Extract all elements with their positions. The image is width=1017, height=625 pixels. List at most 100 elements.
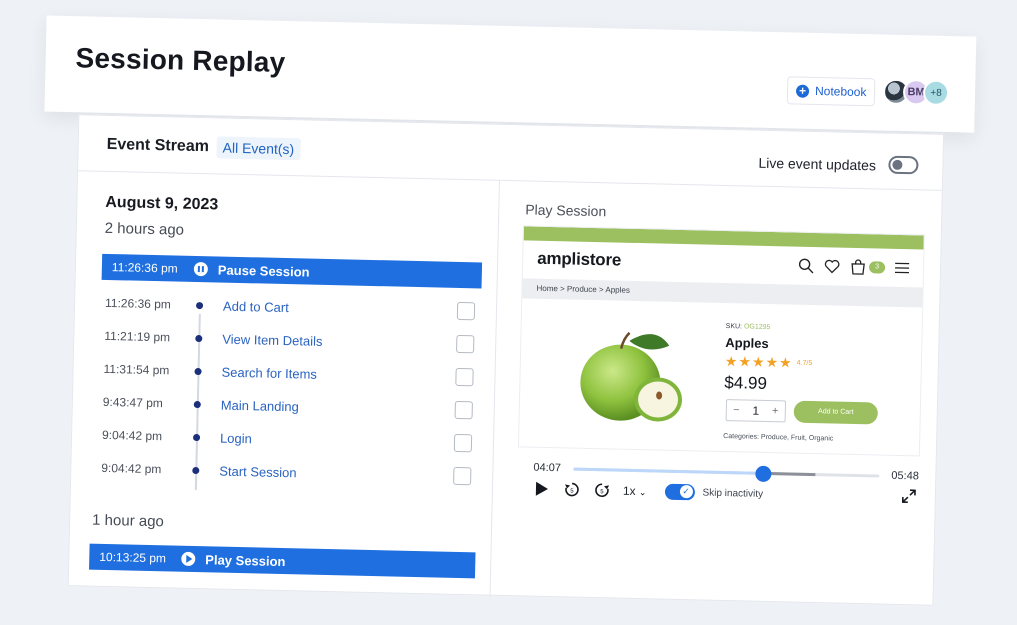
event-checkbox[interactable]	[455, 367, 474, 387]
skip-inactivity-toggle[interactable]	[664, 483, 695, 501]
page-title: Session Replay	[75, 42, 286, 78]
event-time: 11:21:19 pm	[104, 328, 171, 345]
store-nav-icons: 3	[797, 257, 911, 278]
search-icon	[797, 257, 815, 275]
event-checkbox[interactable]	[456, 301, 476, 321]
player-title: Play Session	[525, 201, 607, 220]
rating-value: 4.7/5	[796, 359, 813, 367]
playback-scrubber[interactable]	[573, 465, 880, 483]
event-row[interactable]: 9:04:42 pm Start Session	[101, 457, 472, 487]
store-breadcrumb: Home > Produce > Apples	[522, 278, 923, 308]
event-checkbox[interactable]	[456, 334, 475, 354]
star-icon: ★	[751, 353, 765, 370]
svg-text:5: 5	[600, 489, 604, 495]
timeline-dot	[195, 301, 204, 309]
player-pane: Play Session amplistore 3 Home > Produce…	[491, 181, 944, 607]
speed-value: 1x	[622, 483, 636, 499]
event-time: 9:04:42 pm	[101, 460, 162, 477]
star-icon: ★	[724, 353, 738, 370]
chevron-down-icon: ⌄	[638, 487, 647, 498]
event-checkbox[interactable]	[453, 466, 472, 486]
event-checkbox[interactable]	[453, 433, 473, 453]
event-time: 11:31:54 pm	[103, 361, 170, 378]
live-updates-label: Live event updates	[758, 154, 877, 174]
collaborator-avatars[interactable]: BM +8	[882, 78, 950, 107]
play-icon[interactable]	[533, 480, 551, 498]
session-replay-page: Session Replay + Notebook BM +8 Event St…	[34, 15, 977, 607]
timeline-dot	[192, 433, 201, 441]
half-star-icon: ★	[778, 354, 792, 371]
player-controls: 5 5 1x ⌄ Skip inactivity	[533, 480, 764, 503]
product-sku: SKU: OG1295	[726, 323, 771, 331]
event-stream-title: Event Stream	[106, 135, 210, 156]
pause-icon	[193, 261, 209, 277]
timeline-date: August 9, 2023	[105, 193, 219, 214]
event-timeline-pane: August 9, 2023 2 hours ago 11:26:36 pm P…	[68, 171, 500, 597]
event-name[interactable]: Main Landing	[221, 397, 455, 417]
event-row[interactable]: 11:26:36 pm Add to Cart	[104, 292, 476, 322]
playback-speed-select[interactable]: 1x ⌄	[623, 484, 647, 499]
plus-icon[interactable]: +	[772, 405, 779, 417]
event-name[interactable]: Login	[220, 430, 454, 450]
quantity-value: 1	[752, 403, 760, 418]
scrubber-handle[interactable]	[754, 465, 772, 483]
menu-icon	[893, 259, 911, 277]
product-rating: ★ ★ ★ ★ ★ 4.7/5	[725, 353, 813, 372]
fullscreen-icon[interactable]	[901, 488, 919, 506]
event-name: Pause Session	[217, 261, 310, 280]
svg-text:5: 5	[570, 489, 574, 495]
product-categories: Categories: Produce, Fruit, Organic	[723, 432, 834, 443]
minus-icon[interactable]: −	[733, 404, 740, 416]
product-name: Apples	[725, 335, 769, 351]
skip-inactivity-label: Skip inactivity	[702, 487, 764, 500]
heart-icon	[823, 257, 841, 275]
event-name[interactable]: Search for Items	[221, 364, 455, 384]
event-row[interactable]: 9:43:47 pm Main Landing	[103, 391, 473, 421]
apple-product-image	[575, 326, 687, 433]
product-price: $4.99	[724, 372, 768, 393]
event-row[interactable]: 11:31:54 pm Search for Items	[103, 358, 474, 388]
top-bar: Session Replay + Notebook BM +8	[44, 15, 977, 133]
event-time: 9:43:47 pm	[102, 394, 164, 411]
star-icon: ★	[765, 353, 779, 371]
timeline-dot	[195, 334, 203, 342]
sku-label: SKU:	[725, 323, 743, 331]
active-event-row[interactable]: 11:26:36 pm Pause Session	[101, 253, 483, 289]
notebook-button[interactable]: + Notebook	[786, 76, 876, 107]
event-time: 11:26:36 pm	[111, 260, 178, 276]
event-row[interactable]: 11:21:19 pm View Item Details	[104, 325, 475, 355]
event-name[interactable]: Add to Cart	[223, 298, 457, 318]
add-to-cart-button[interactable]: Add to Cart	[793, 400, 879, 425]
time-group-label: 1 hour ago	[91, 511, 165, 531]
star-icon: ★	[738, 353, 752, 370]
event-name[interactable]: View Item Details	[222, 331, 456, 351]
more-avatars-badge[interactable]: +8	[922, 79, 950, 107]
event-row[interactable]: 9:04:42 pm Login	[101, 424, 473, 454]
notebook-label: Notebook	[814, 83, 867, 100]
store-logo: amplistore	[536, 248, 622, 270]
forward-icon[interactable]: 5	[593, 481, 611, 499]
event-name[interactable]: Start Session	[219, 463, 453, 483]
progress-fill	[573, 467, 764, 475]
rewind-icon[interactable]: 5	[563, 480, 581, 498]
event-time: 11:26:36 pm	[104, 295, 172, 312]
event-checkbox[interactable]	[454, 400, 473, 420]
timeline-dot	[193, 400, 201, 408]
cart-icon	[849, 258, 867, 276]
timeline-dot	[192, 466, 200, 474]
total-time: 05:48	[891, 469, 920, 483]
quantity-stepper[interactable]: − 1 +	[725, 399, 787, 423]
timeline-dot	[194, 367, 202, 375]
event-name: Play Session	[205, 551, 286, 569]
event-time: 9:04:42 pm	[101, 427, 163, 444]
current-time: 04:07	[533, 461, 562, 475]
cart-count-badge: 3	[868, 261, 886, 274]
plus-icon: +	[795, 83, 810, 98]
replay-viewport: amplistore 3 Home > Produce > Apples SKU…	[517, 225, 925, 457]
session-card: Event Stream All Event(s) Live event upd…	[67, 114, 945, 607]
time-group-label: 2 hours ago	[104, 219, 185, 239]
play-session-event-row[interactable]: 10:13:25 pm Play Session	[89, 543, 476, 579]
live-updates-toggle[interactable]	[888, 155, 919, 175]
play-icon	[181, 551, 196, 567]
event-filter-dropdown[interactable]: All Event(s)	[216, 136, 301, 161]
